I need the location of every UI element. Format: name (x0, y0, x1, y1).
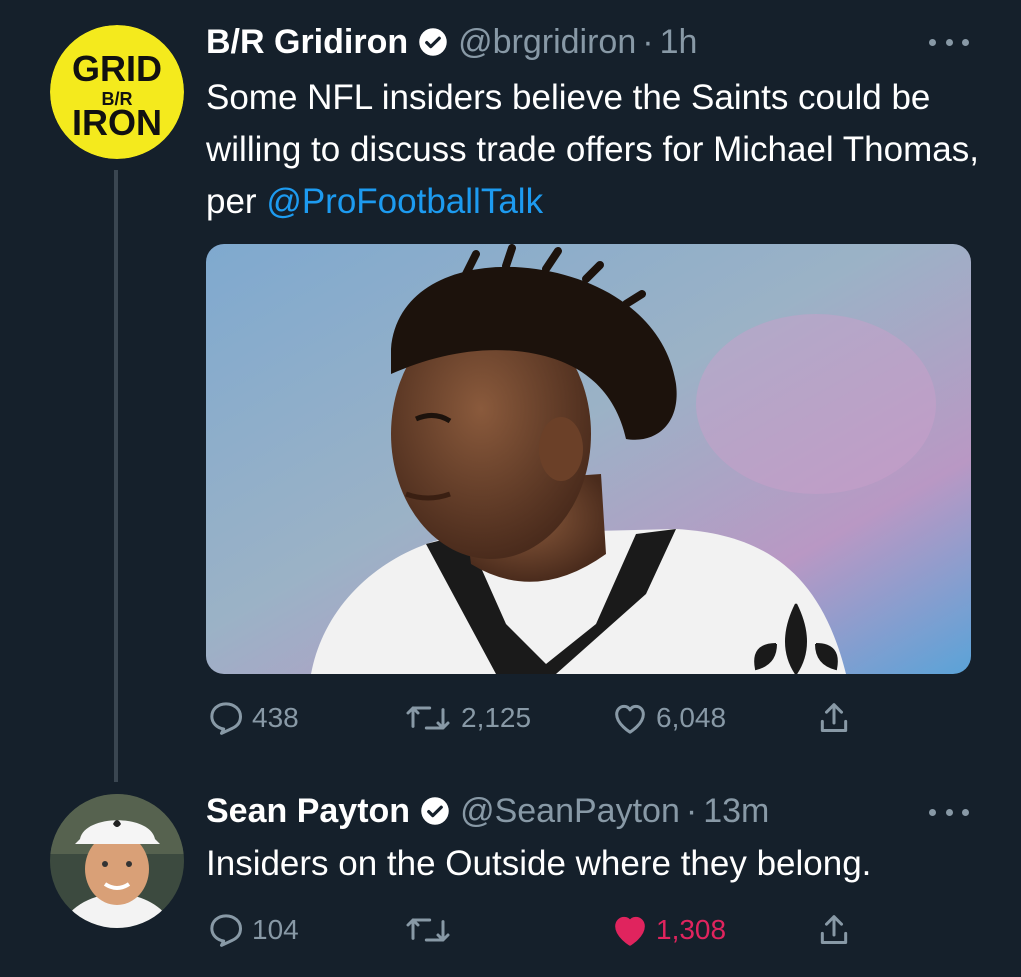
retweet-button[interactable] (401, 910, 455, 950)
heart-icon (615, 704, 645, 734)
tweet-actions: 104 1,308 (206, 910, 906, 950)
user-handle[interactable]: @SeanPayton (460, 792, 680, 831)
timestamp[interactable]: 1h (660, 23, 698, 62)
reply-button[interactable]: 438 (206, 698, 299, 738)
retweet-button[interactable]: 2,125 (401, 698, 531, 738)
mention-link[interactable]: @ProFootballTalk (266, 182, 543, 221)
user-handle[interactable]: @brgridiron (458, 23, 636, 62)
verified-badge-icon (418, 27, 448, 57)
tweet-text: Some NFL insiders believe the Saints cou… (206, 72, 986, 228)
share-icon (820, 915, 848, 944)
share-button[interactable] (814, 698, 854, 738)
like-count: 6,048 (656, 702, 727, 733)
share-icon (820, 703, 848, 732)
display-name[interactable]: B/R Gridiron (206, 23, 408, 62)
reply-button[interactable]: 104 (206, 910, 299, 950)
gridiron-logo-icon: GRID B/R IRON (50, 25, 184, 159)
tweet-header: Sean Payton @SeanPayton · 13m (206, 791, 769, 831)
reply-icon (210, 702, 242, 735)
tweet-header: B/R Gridiron @brgridiron · 1h (206, 22, 697, 62)
separator-dot: · (642, 22, 654, 61)
verified-badge-icon (420, 796, 450, 826)
tweet-media-photo[interactable] (206, 244, 971, 674)
more-options-icon[interactable] (929, 32, 969, 52)
retweet-count: 2,125 (461, 702, 532, 733)
logo-text-iron: IRON (72, 102, 162, 143)
heart-filled-icon (615, 916, 645, 946)
tweet-text: Insiders on the Outside where they belon… (206, 844, 872, 883)
reply-icon (210, 914, 242, 947)
share-button[interactable] (814, 910, 854, 950)
like-button[interactable]: 6,048 (610, 698, 726, 738)
avatar-brgridiron[interactable]: GRID B/R IRON (50, 25, 184, 159)
coach-portrait-icon (50, 794, 184, 928)
tweet-brgridiron[interactable]: GRID B/R IRON B/R Gridiron @brgridiron ·… (0, 0, 1021, 780)
player-photo-icon (206, 244, 971, 674)
separator-dot: · (685, 791, 698, 830)
tweet-actions: 438 2,125 6,048 (206, 698, 906, 738)
tweet-seanpayton[interactable]: Sean Payton @SeanPayton · 13m Insiders o… (0, 780, 1021, 977)
retweet-icon (406, 706, 450, 730)
avatar-seanpayton[interactable] (50, 794, 184, 928)
timestamp[interactable]: 13m (703, 792, 769, 831)
like-button[interactable]: 1,308 (610, 910, 726, 950)
display-name[interactable]: Sean Payton (206, 792, 410, 831)
logo-text-grid: GRID (72, 48, 162, 89)
reply-count: 104 (252, 914, 299, 945)
more-options-icon[interactable] (929, 802, 969, 822)
reply-count: 438 (252, 702, 299, 733)
retweet-icon (406, 918, 450, 942)
like-count: 1,308 (656, 914, 727, 945)
